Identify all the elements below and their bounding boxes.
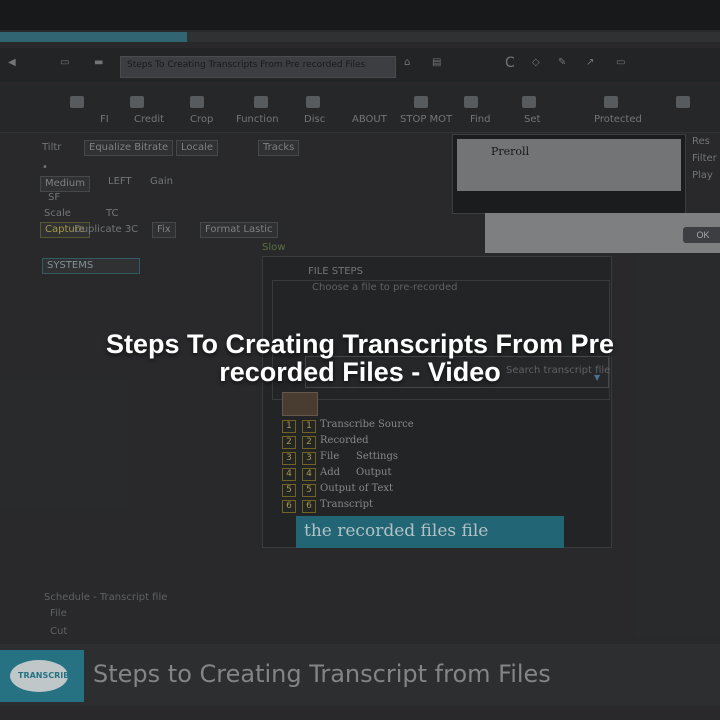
headline-line-1: Steps To Creating Transcripts From Pre xyxy=(105,329,615,359)
headline-line-2: recorded Files - Video xyxy=(219,357,501,387)
video-headline: Steps To Creating Transcripts From Pre r… xyxy=(60,330,660,386)
video-thumbnail-stage: ◀ ▭ ▬ ⌕ ▭ ⌂ ▤ C ◇ ✎ ↗ ▭ Steps To Creatin… xyxy=(0,0,720,720)
